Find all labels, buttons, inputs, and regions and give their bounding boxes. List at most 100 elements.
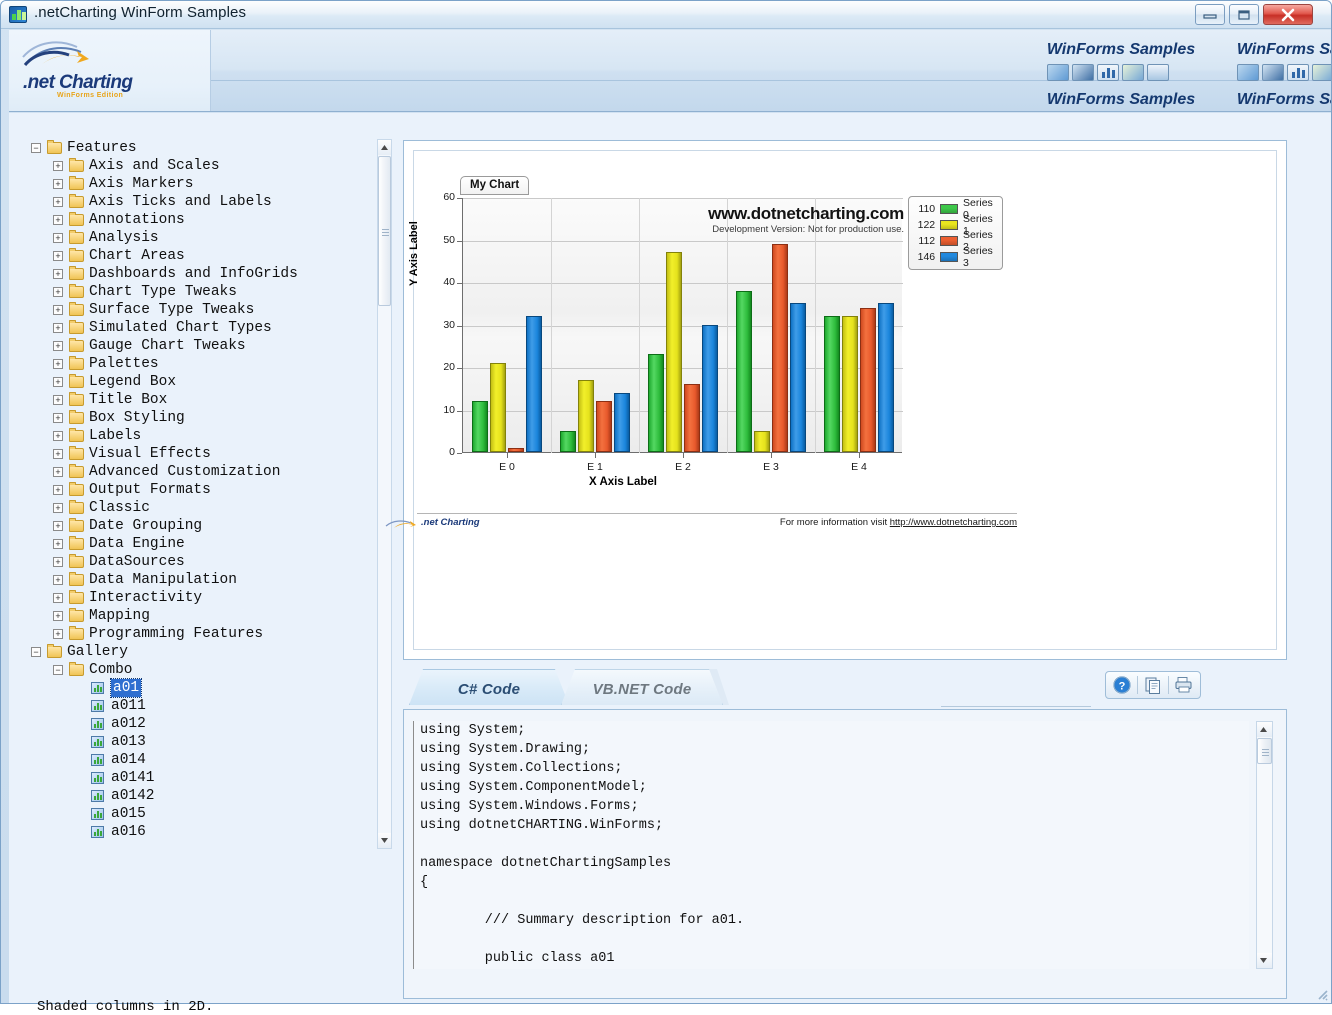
- maximize-button[interactable]: [1229, 4, 1259, 25]
- tab-vbnet-code[interactable]: VB.NET Code: [561, 669, 723, 705]
- tree-expand-icon[interactable]: +: [53, 215, 63, 225]
- tree-expand-icon[interactable]: +: [53, 287, 63, 297]
- tree-expand-icon[interactable]: +: [53, 593, 63, 603]
- tree-item-a012[interactable]: a012: [23, 715, 373, 733]
- tree-item-output-formats[interactable]: + Output Formats: [23, 481, 373, 499]
- samples-tree-panel: − Features + Axis and Scales + Axis Markers + A…: [9, 113, 392, 1015]
- close-button[interactable]: [1263, 4, 1313, 25]
- tree-collapse-icon[interactable]: −: [31, 143, 41, 153]
- tree-expand-icon[interactable]: +: [53, 269, 63, 279]
- tree-expand-icon[interactable]: +: [53, 305, 63, 315]
- tree-item-programming-features[interactable]: + Programming Features: [23, 625, 373, 643]
- tree-expand-icon[interactable]: +: [53, 521, 63, 531]
- footer-link[interactable]: http://www.dotnetcharting.com: [890, 517, 1017, 528]
- tree-item-a016[interactable]: a016: [23, 823, 373, 841]
- tree-item-annotations[interactable]: + Annotations: [23, 211, 373, 229]
- tree-item-a011[interactable]: a011: [23, 697, 373, 715]
- tree-item-dashboards-and-infogrids[interactable]: + Dashboards and InfoGrids: [23, 265, 373, 283]
- tree-item-a01[interactable]: a01: [23, 678, 373, 698]
- tree-item-gallery[interactable]: − Gallery: [23, 643, 373, 661]
- tree-expand-icon[interactable]: +: [53, 539, 63, 549]
- folder-icon: [69, 500, 84, 514]
- tree-scroll-down-button[interactable]: [378, 833, 391, 848]
- code-text[interactable]: using System; using System.Drawing; usin…: [413, 721, 1249, 969]
- tree-expand-icon[interactable]: +: [53, 575, 63, 585]
- tree-collapse-icon[interactable]: −: [31, 647, 41, 657]
- tree-expand-icon[interactable]: +: [53, 377, 63, 387]
- print-button[interactable]: [1171, 674, 1197, 696]
- tree-item-a013[interactable]: a013: [23, 733, 373, 751]
- tree-item-axis-ticks-and-labels[interactable]: + Axis Ticks and Labels: [23, 193, 373, 211]
- tree-item-features[interactable]: − Features: [23, 139, 373, 157]
- tree-item-combo[interactable]: − Combo: [23, 661, 373, 679]
- tree-item-classic[interactable]: + Classic: [23, 499, 373, 517]
- code-scroll-down-button[interactable]: [1257, 953, 1272, 968]
- tree-expand-icon[interactable]: +: [53, 179, 63, 189]
- tree-item-simulated-chart-types[interactable]: + Simulated Chart Types: [23, 319, 373, 337]
- tree-expand-icon[interactable]: +: [53, 233, 63, 243]
- tree-item-datasources[interactable]: + DataSources: [23, 553, 373, 571]
- tree-expand-icon[interactable]: +: [53, 341, 63, 351]
- tab-csharp-code[interactable]: C# Code: [409, 669, 569, 705]
- resize-grip[interactable]: [1315, 987, 1329, 1001]
- tree-item-label: Gauge Chart Tweaks: [89, 338, 246, 354]
- tree-scroll-thumb[interactable]: [378, 156, 391, 306]
- tree-item-labels[interactable]: + Labels: [23, 427, 373, 445]
- tree-item-data-manipulation[interactable]: + Data Manipulation: [23, 571, 373, 589]
- tree-item-advanced-customization[interactable]: + Advanced Customization: [23, 463, 373, 481]
- tree-item-axis-markers[interactable]: + Axis Markers: [23, 175, 373, 193]
- samples-tree[interactable]: − Features + Axis and Scales + Axis Markers + A…: [23, 139, 373, 849]
- tree-item-a0142[interactable]: a0142: [23, 787, 373, 805]
- tree-collapse-icon[interactable]: −: [53, 665, 63, 675]
- tree-item-data-engine[interactable]: + Data Engine: [23, 535, 373, 553]
- minimize-button[interactable]: [1195, 4, 1225, 25]
- chart-file-icon: [91, 808, 104, 820]
- tree-item-surface-type-tweaks[interactable]: + Surface Type Tweaks: [23, 301, 373, 319]
- tree-scrollbar[interactable]: [377, 139, 392, 849]
- tree-expand-icon[interactable]: +: [53, 323, 63, 333]
- tree-expand-icon[interactable]: +: [53, 467, 63, 477]
- y-axis-tick-label: 0: [449, 446, 455, 458]
- tree-expand-icon[interactable]: +: [53, 449, 63, 459]
- tree-item-visual-effects[interactable]: + Visual Effects: [23, 445, 373, 463]
- tree-item-date-grouping[interactable]: + Date Grouping: [23, 517, 373, 535]
- tree-expand-icon[interactable]: +: [53, 629, 63, 639]
- tree-item-box-styling[interactable]: + Box Styling: [23, 409, 373, 427]
- code-scroll-up-button[interactable]: [1257, 722, 1272, 737]
- tree-item-a015[interactable]: a015: [23, 805, 373, 823]
- folder-icon: [69, 554, 84, 568]
- chart-preview-frame: My Chart 0 10 20 30 40 50 60 E 0 E 1 E 2 E 3 E 4 Y …: [385, 140, 1287, 660]
- tree-item-mapping[interactable]: + Mapping: [23, 607, 373, 625]
- tree-expand-icon[interactable]: +: [53, 197, 63, 207]
- tree-expand-icon[interactable]: +: [53, 395, 63, 405]
- tree-expand-icon[interactable]: +: [53, 503, 63, 513]
- tree-item-legend-box[interactable]: + Legend Box: [23, 373, 373, 391]
- help-button[interactable]: ?: [1109, 674, 1135, 696]
- tree-item-a0141[interactable]: a0141: [23, 769, 373, 787]
- tree-expand-icon[interactable]: +: [53, 485, 63, 495]
- code-scroll-thumb[interactable]: [1257, 738, 1272, 764]
- tree-expand-icon[interactable]: +: [53, 611, 63, 621]
- folder-icon: [69, 266, 84, 280]
- tree-item-analysis[interactable]: + Analysis: [23, 229, 373, 247]
- folder-icon: [69, 608, 84, 622]
- tree-item-palettes[interactable]: + Palettes: [23, 355, 373, 373]
- tree-item-chart-areas[interactable]: + Chart Areas: [23, 247, 373, 265]
- tree-expand-icon[interactable]: +: [53, 251, 63, 261]
- tree-expand-icon[interactable]: +: [53, 557, 63, 567]
- copy-button[interactable]: [1140, 674, 1166, 696]
- tree-expand-icon[interactable]: +: [53, 431, 63, 441]
- tree-item-label: Gallery: [67, 644, 128, 660]
- tree-item-axis-and-scales[interactable]: + Axis and Scales: [23, 157, 373, 175]
- tree-item-a014[interactable]: a014: [23, 751, 373, 769]
- chart-bar: [490, 362, 506, 452]
- tree-item-title-box[interactable]: + Title Box: [23, 391, 373, 409]
- tree-item-chart-type-tweaks[interactable]: + Chart Type Tweaks: [23, 283, 373, 301]
- tree-expand-icon[interactable]: +: [53, 161, 63, 171]
- tree-scroll-up-button[interactable]: [378, 140, 391, 155]
- tree-item-gauge-chart-tweaks[interactable]: + Gauge Chart Tweaks: [23, 337, 373, 355]
- code-scrollbar[interactable]: [1256, 721, 1273, 969]
- tree-expand-icon[interactable]: +: [53, 359, 63, 369]
- tree-expand-icon[interactable]: +: [53, 413, 63, 423]
- tree-item-interactivity[interactable]: + Interactivity: [23, 589, 373, 607]
